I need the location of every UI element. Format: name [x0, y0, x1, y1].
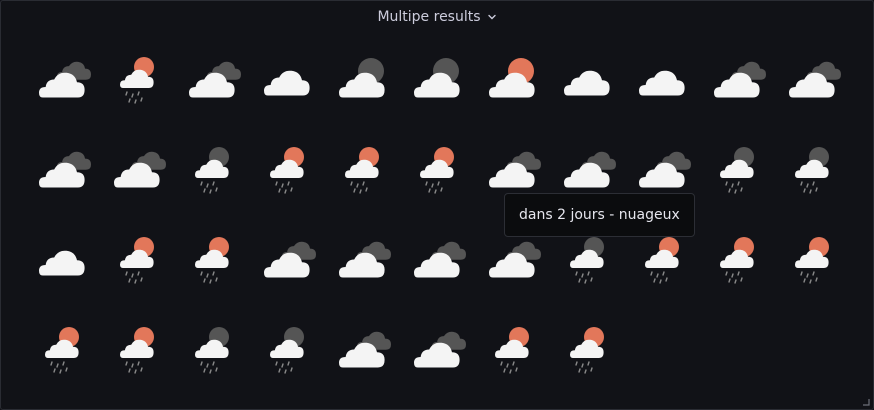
forecast-cell[interactable] [473, 311, 548, 401]
forecast-cell[interactable] [173, 311, 248, 401]
forecast-cell[interactable] [23, 311, 98, 401]
cloudy-dark-cloud-icon [713, 61, 766, 98]
rain-moon-icon [269, 327, 304, 374]
forecast-cell[interactable] [98, 311, 173, 401]
rain-sun-icon [119, 327, 154, 374]
cloudy-dark-cloud-icon [413, 331, 466, 368]
cloud-moon-icon [338, 58, 385, 98]
forecast-cell[interactable] [398, 311, 473, 401]
forecast-cell[interactable] [23, 41, 98, 131]
rain-sun-icon [119, 237, 154, 284]
forecast-cell[interactable] [698, 131, 773, 221]
forecast-cell[interactable] [98, 131, 173, 221]
tooltip: dans 2 jours - nuageux [504, 193, 695, 237]
forecast-panel: Multipe results dans 2 jours - nuageux [0, 0, 874, 410]
forecast-cell[interactable] [773, 41, 848, 131]
rain-sun-icon [269, 147, 304, 194]
rain-sun-icon [719, 237, 754, 284]
forecast-cell[interactable] [548, 41, 623, 131]
rain-sun-icon [419, 147, 454, 194]
forecast-cell[interactable] [398, 221, 473, 311]
cloudy-dark-cloud-icon [188, 61, 241, 98]
rain-moon-icon [569, 237, 604, 284]
rain-sun-icon [794, 237, 829, 284]
forecast-cell[interactable] [173, 221, 248, 311]
forecast-cell[interactable] [98, 41, 173, 131]
forecast-cell[interactable] [323, 221, 398, 311]
cloudy-dark-cloud-icon [788, 61, 841, 98]
rain-moon-icon [194, 327, 229, 374]
cloudy-dark-cloud-icon [338, 241, 391, 278]
cloudy-dark-cloud-icon [113, 151, 166, 188]
forecast-cell[interactable] [248, 131, 323, 221]
cloudy-icon [563, 70, 610, 96]
forecast-cell[interactable] [323, 311, 398, 401]
cloudy-dark-cloud-icon [488, 151, 541, 188]
cloudy-icon [638, 70, 685, 96]
cloud-sun-icon [488, 58, 535, 98]
chevron-down-icon[interactable] [487, 12, 497, 22]
rain-sun-icon [494, 327, 529, 374]
forecast-cell[interactable] [323, 41, 398, 131]
forecast-cell[interactable] [98, 221, 173, 311]
forecast-cell[interactable] [398, 131, 473, 221]
forecast-cell[interactable] [548, 311, 623, 401]
forecast-cell[interactable] [698, 221, 773, 311]
forecast-cell[interactable] [623, 41, 698, 131]
cloudy-dark-cloud-icon [638, 151, 691, 188]
cloudy-dark-cloud-icon [413, 241, 466, 278]
rain-moon-icon [194, 147, 229, 194]
rain-moon-icon [794, 147, 829, 194]
forecast-cell[interactable] [698, 41, 773, 131]
rain-sun-icon [644, 237, 679, 284]
cloud-moon-icon [413, 58, 460, 98]
forecast-cell[interactable] [173, 41, 248, 131]
rain-sun-icon [194, 237, 229, 284]
forecast-cell[interactable] [248, 311, 323, 401]
cloudy-dark-cloud-icon [488, 241, 541, 278]
cloudy-dark-cloud-icon [38, 151, 91, 188]
rain-sun-icon [44, 327, 79, 374]
rain-sun-icon [119, 57, 154, 104]
resize-handle-icon[interactable] [862, 398, 870, 406]
forecast-cell[interactable] [773, 221, 848, 311]
cloudy-icon [38, 250, 85, 276]
forecast-cell[interactable] [248, 41, 323, 131]
forecast-cell[interactable] [23, 131, 98, 221]
forecast-cell[interactable] [473, 41, 548, 131]
forecast-cell[interactable] [173, 131, 248, 221]
cloudy-dark-cloud-icon [263, 241, 316, 278]
rain-sun-icon [569, 327, 604, 374]
forecast-cell[interactable] [773, 131, 848, 221]
cloudy-dark-cloud-icon [338, 331, 391, 368]
panel-header[interactable]: Multipe results [1, 7, 873, 27]
forecast-cell[interactable] [323, 131, 398, 221]
weather-icon-grid [23, 41, 848, 401]
rain-moon-icon [719, 147, 754, 194]
forecast-cell[interactable] [248, 221, 323, 311]
rain-sun-icon [344, 147, 379, 194]
cloudy-dark-cloud-icon [38, 61, 91, 98]
panel-title[interactable]: Multipe results [377, 9, 480, 25]
forecast-cell[interactable] [23, 221, 98, 311]
cloudy-dark-cloud-icon [563, 151, 616, 188]
cloudy-icon [263, 70, 310, 96]
forecast-cell[interactable] [398, 41, 473, 131]
